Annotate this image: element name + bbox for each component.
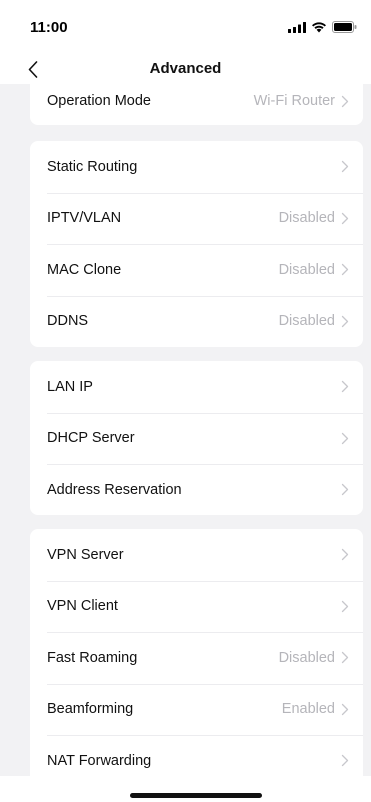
chevron-right-icon	[341, 161, 349, 173]
chevron-right-icon	[341, 432, 349, 444]
home-indicator[interactable]	[130, 793, 262, 798]
chevron-right-icon	[341, 315, 349, 327]
row-value: Disabled	[278, 261, 335, 278]
row-static-routing[interactable]: Static Routing	[30, 141, 363, 193]
settings-group-lan: LAN IP DHCP Server Address Reservation	[30, 361, 363, 515]
row-label: IPTV/VLAN	[47, 210, 122, 227]
row-label: Fast Roaming	[47, 649, 138, 666]
status-bar: 11:00	[0, 0, 371, 54]
row-label: MAC Clone	[47, 261, 122, 278]
row-address-reservation[interactable]: Address Reservation	[30, 464, 363, 515]
status-time: 11:00	[30, 19, 68, 36]
row-operation-mode[interactable]: Operation Mode Wi-Fi Router	[30, 84, 363, 125]
row-fast-roaming[interactable]: Fast Roaming Disabled	[30, 632, 363, 684]
row-label: DDNS	[47, 313, 89, 330]
row-label: Static Routing	[47, 158, 138, 175]
chevron-right-icon	[341, 549, 349, 561]
row-iptv-vlan[interactable]: IPTV/VLAN Disabled	[30, 192, 363, 245]
row-lan-ip[interactable]: LAN IP	[30, 361, 363, 413]
row-label: VPN Server	[47, 546, 124, 563]
row-label: Operation Mode	[47, 93, 151, 109]
back-button[interactable]	[28, 54, 54, 84]
row-label: VPN Client	[47, 598, 118, 615]
row-value: Enabled	[281, 701, 335, 718]
nav-bar: Advanced	[0, 54, 371, 84]
status-icons	[288, 21, 357, 33]
chevron-right-icon	[341, 212, 349, 224]
chevron-right-icon	[341, 381, 349, 393]
settings-group-network: Static Routing IPTV/VLAN Disabled MAC Cl…	[30, 141, 363, 347]
battery-icon	[332, 21, 357, 33]
row-label: DHCP Server	[47, 430, 135, 447]
home-indicator-area	[0, 776, 371, 802]
chevron-right-icon	[341, 264, 349, 276]
row-mac-clone[interactable]: MAC Clone Disabled	[30, 244, 363, 296]
row-label: Address Reservation	[47, 481, 182, 498]
wifi-icon	[312, 22, 326, 33]
row-vpn-server[interactable]: VPN Server	[30, 529, 363, 581]
row-label: NAT Forwarding	[47, 752, 152, 769]
row-ddns[interactable]: DDNS Disabled	[30, 295, 363, 348]
row-dhcp-server[interactable]: DHCP Server	[30, 412, 363, 465]
chevron-right-icon	[341, 652, 349, 664]
chevron-right-icon	[341, 703, 349, 715]
settings-group-advanced-wireless: VPN Server VPN Client Fast Roaming Disab…	[30, 529, 363, 802]
row-value: Disabled	[278, 210, 335, 227]
row-vpn-client[interactable]: VPN Client	[30, 580, 363, 633]
chevron-right-icon	[341, 755, 349, 767]
signal-icon	[288, 21, 306, 33]
row-value: Disabled	[278, 649, 335, 666]
row-value: Wi-Fi Router	[253, 93, 335, 109]
row-label: Beamforming	[47, 701, 134, 718]
chevron-right-icon	[341, 95, 349, 107]
chevron-right-icon	[341, 600, 349, 612]
page-title: Advanced	[149, 60, 222, 77]
row-beamforming[interactable]: Beamforming Enabled	[30, 683, 363, 736]
row-value: Disabled	[278, 313, 335, 330]
chevron-left-icon	[28, 60, 38, 78]
settings-group-mode: Operation Mode Wi-Fi Router	[30, 84, 363, 125]
chevron-right-icon	[341, 484, 349, 496]
row-label: LAN IP	[47, 378, 93, 395]
